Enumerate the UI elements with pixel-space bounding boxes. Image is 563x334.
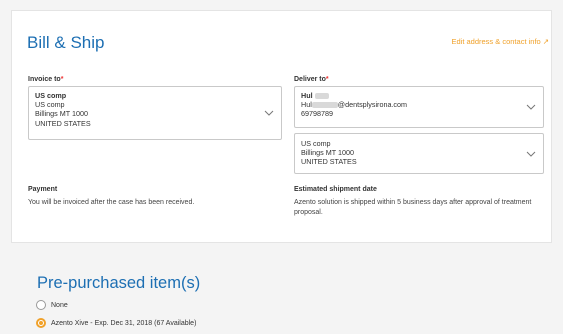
- required-mark: *: [60, 76, 64, 83]
- radio-option-azento-xive[interactable]: Azento Xive - Exp. Dec 31, 2018 (67 Avai…: [36, 318, 196, 328]
- radio-label: None: [51, 301, 68, 309]
- radio-button-selected[interactable]: [36, 318, 46, 328]
- invoice-line: UNITED STATES: [35, 118, 91, 128]
- shipment-heading: Estimated shipment date: [294, 186, 377, 193]
- invoice-line: US comp: [35, 100, 65, 110]
- payment-heading: Payment: [28, 186, 58, 193]
- contact-name-line: Hul: [301, 91, 537, 100]
- payment-text: You will be invoiced after the case has …: [28, 199, 195, 206]
- edit-address-label: Edit address & contact info: [451, 37, 541, 46]
- invoice-to-select[interactable]: US comp US comp Billings MT 1000 UNITED …: [28, 86, 282, 140]
- pre-purchased-title: Pre-purchased item(s): [37, 274, 201, 292]
- required-mark: *: [325, 76, 329, 83]
- edit-address-link[interactable]: Edit address & contact info ↗: [451, 37, 549, 46]
- contact-email-prefix: Hul: [301, 100, 312, 110]
- shipment-text: Azento solution is shipped within 5 busi…: [294, 199, 532, 216]
- deliver-to-label: Deliver to*: [294, 76, 329, 83]
- contact-email-suffix: dentsplysirona.com: [345, 100, 408, 110]
- chevron-down-icon: [264, 108, 274, 118]
- address-line: US comp: [301, 139, 331, 148]
- radio-label: Azento Xive - Exp. Dec 31, 2018 (67 Avai…: [51, 319, 197, 327]
- invoice-line: Billings MT 1000: [35, 109, 89, 119]
- address-line: Billings MT 1000: [301, 148, 355, 158]
- deliver-contact-select[interactable]: Hul Hul @dentsplysirona.com 69798789: [294, 86, 544, 128]
- bill-ship-title: Bill & Ship: [27, 33, 105, 52]
- chevron-down-icon: [526, 102, 536, 112]
- contact-email-line: Hul @dentsplysirona.com: [301, 100, 408, 110]
- radio-option-none[interactable]: None: [36, 300, 68, 310]
- radio-button[interactable]: [36, 300, 46, 310]
- invoice-to-label: Invoice to*: [28, 76, 63, 83]
- deliver-to-label-text: Deliver to: [294, 76, 326, 83]
- contact-name: Hul: [301, 91, 313, 100]
- chevron-down-icon: [526, 149, 536, 159]
- address-line: UNITED STATES: [301, 157, 357, 167]
- invoice-to-label-text: Invoice to: [28, 76, 61, 83]
- redacted-blur: [314, 93, 329, 100]
- deliver-address-select[interactable]: US comp Billings MT 1000 UNITED STATES: [294, 133, 544, 174]
- redacted-blur: [311, 102, 338, 109]
- contact-phone: 69798789: [301, 109, 333, 119]
- arrow-up-right-icon: ↗: [542, 37, 549, 46]
- invoice-line: US comp: [35, 91, 67, 100]
